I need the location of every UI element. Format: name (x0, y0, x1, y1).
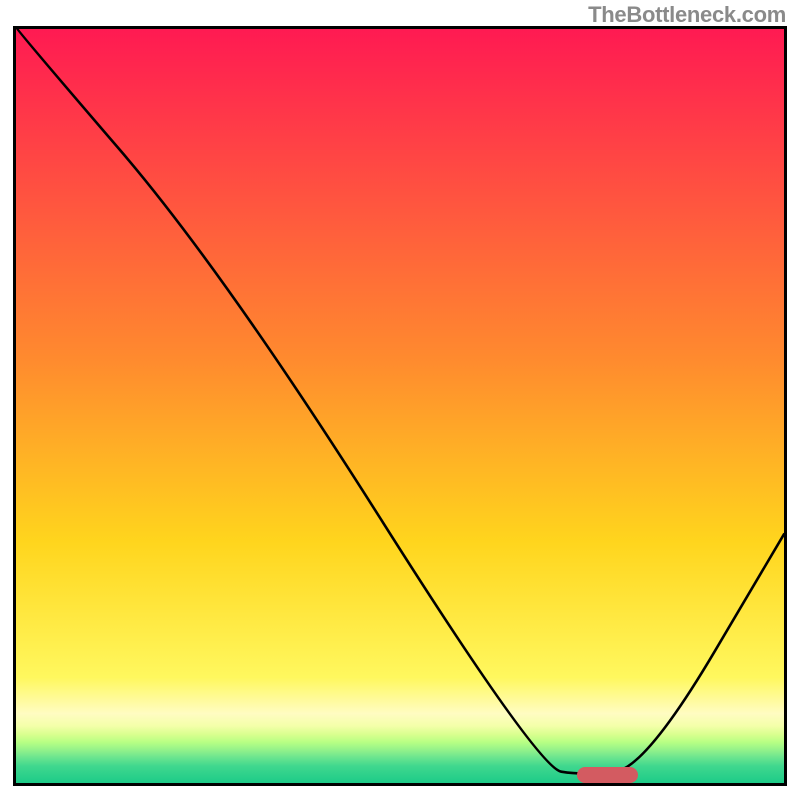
chart-frame: TheBottleneck.com (0, 0, 800, 800)
accent-marker (577, 767, 638, 783)
watermark-text: TheBottleneck.com (588, 2, 786, 28)
heat-gradient (16, 29, 784, 783)
plot-area (13, 26, 787, 786)
